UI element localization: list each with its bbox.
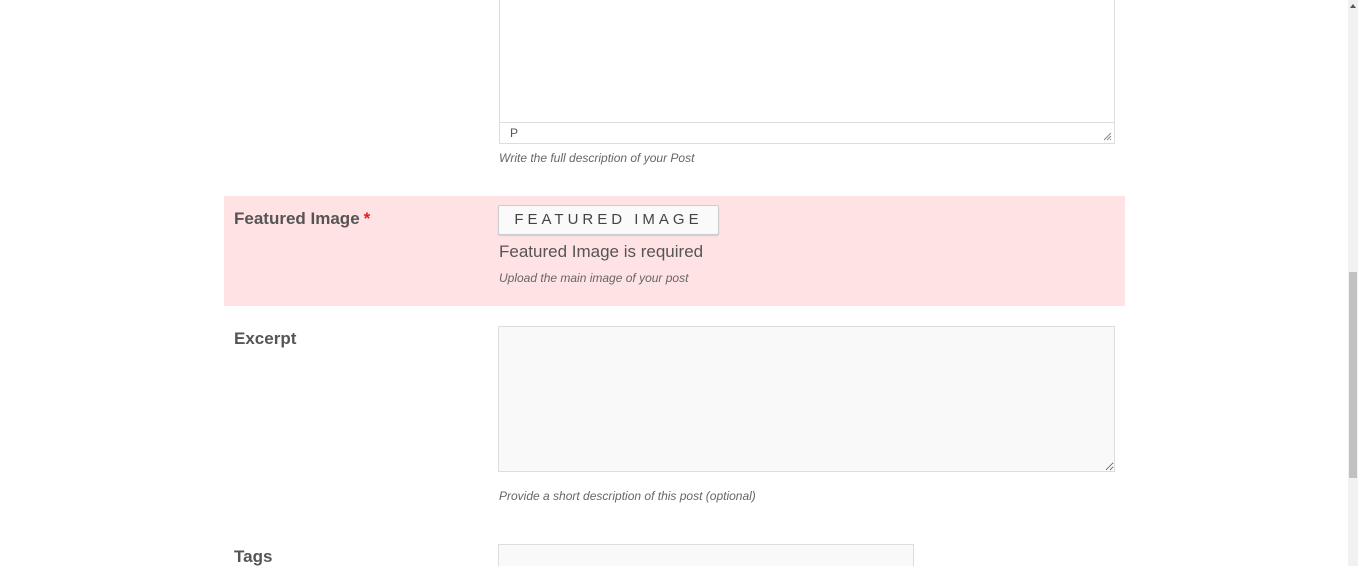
content-hint: Write the full description of your Post — [499, 151, 695, 165]
scroll-up-arrow-icon[interactable] — [1350, 4, 1356, 8]
excerpt-textarea[interactable] — [498, 326, 1115, 472]
tags-input[interactable] — [498, 544, 914, 566]
page-scrollbar[interactable] — [1348, 0, 1358, 566]
excerpt-label: Excerpt — [234, 329, 297, 348]
resize-grip-icon[interactable] — [1103, 132, 1112, 141]
scrollbar-thumb[interactable] — [1349, 272, 1357, 478]
editor-element-path[interactable]: P — [510, 126, 518, 140]
required-mark: * — [363, 209, 371, 228]
featured-image-label-text: Featured Image — [234, 209, 360, 228]
featured-image-label: Featured Image * — [234, 209, 370, 229]
content-editor[interactable]: P — [499, 0, 1115, 144]
tags-label: Tags — [234, 547, 273, 566]
excerpt-hint: Provide a short description of this post… — [499, 489, 756, 503]
featured-image-button[interactable]: FEATURED IMAGE — [498, 205, 719, 235]
featured-image-hint: Upload the main image of your post — [499, 271, 689, 285]
featured-image-error: Featured Image is required — [499, 242, 704, 261]
editor-statusbar: P — [500, 122, 1114, 143]
